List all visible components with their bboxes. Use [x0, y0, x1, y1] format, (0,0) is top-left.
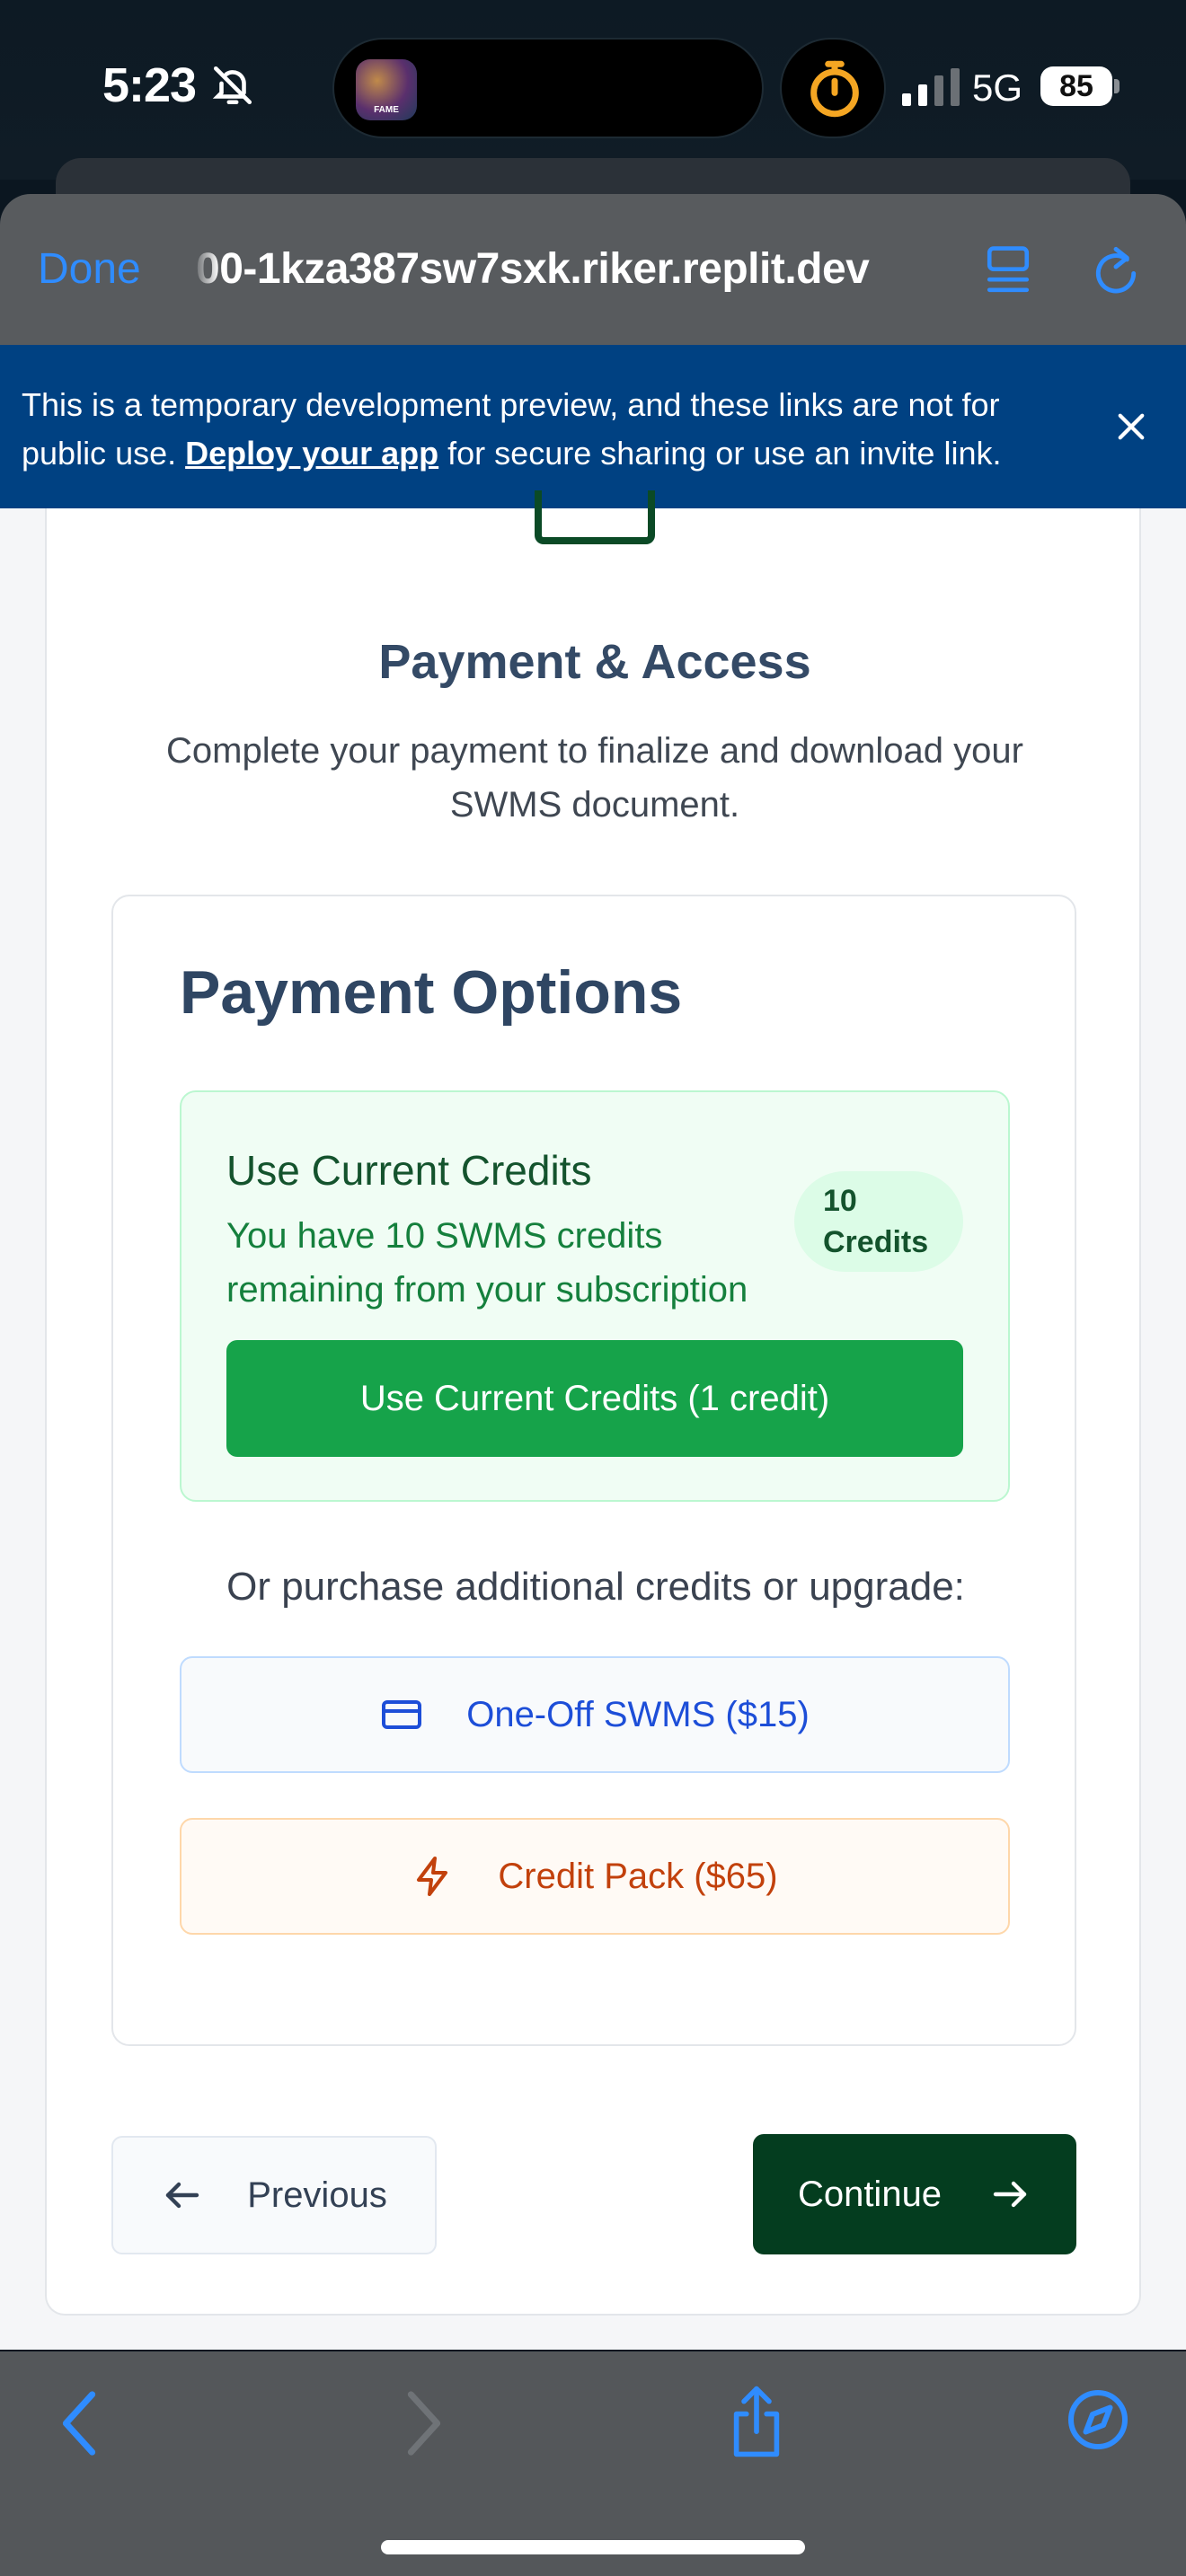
purchase-prompt: Or purchase additional credits or upgrad… — [226, 1565, 965, 1609]
timer-icon — [810, 60, 859, 118]
arrow-right-icon — [993, 2181, 1027, 2208]
step-icon — [535, 490, 655, 544]
page-subtitle: Complete your payment to finalize and do… — [166, 731, 1023, 825]
back-icon[interactable] — [58, 2389, 101, 2457]
reload-icon[interactable] — [1089, 243, 1143, 300]
forward-icon[interactable] — [403, 2389, 446, 2457]
credit-card-icon — [382, 1700, 422, 1729]
bell-slash-icon — [212, 66, 252, 105]
dev-preview-banner: This is a temporary development preview,… — [0, 345, 1186, 508]
credits-title: Use Current Credits — [226, 1147, 592, 1194]
status-time: 5:23 — [102, 58, 197, 112]
page-title: Payment & Access — [378, 635, 811, 689]
browser-toolbar — [0, 2351, 1186, 2576]
app-thumbnail-icon: FAME — [356, 59, 417, 120]
battery-indicator: 85 — [1040, 66, 1112, 106]
credits-badge-unit: Credits — [823, 1225, 929, 1259]
continue-button[interactable]: Continue — [753, 2134, 1076, 2254]
banner-text: This is a temporary development preview,… — [22, 381, 1082, 478]
payment-options-card: Payment Options Use Current Credits You … — [111, 895, 1076, 2046]
home-indicator — [381, 2540, 805, 2554]
credit-pack-button[interactable]: Credit Pack ($65) — [180, 1818, 1010, 1935]
timer-activity — [780, 38, 886, 138]
lightning-icon — [417, 1857, 448, 1896]
signal-icon — [902, 68, 960, 106]
page-content: Payment & Access Complete your payment t… — [0, 490, 1186, 2350]
use-credits-button[interactable]: Use Current Credits (1 credit) — [226, 1340, 963, 1457]
previous-label: Previous — [247, 2175, 387, 2215]
deploy-app-link[interactable]: Deploy your app — [185, 435, 438, 472]
network-label: 5G — [972, 66, 1023, 109]
arrow-left-icon — [165, 2182, 199, 2209]
continue-label: Continue — [797, 2174, 943, 2214]
close-icon[interactable] — [1112, 408, 1150, 446]
previous-button[interactable]: Previous — [111, 2136, 437, 2254]
one-off-label: One-Off SWMS ($15) — [466, 1694, 810, 1734]
dynamic-island: FAME — [332, 38, 764, 138]
island-app-label: FAME — [374, 105, 399, 115]
done-button[interactable]: Done — [38, 244, 141, 294]
payment-step-card: Payment & Access Complete your payment t… — [45, 490, 1141, 2316]
battery-tip — [1114, 79, 1120, 93]
browser-header: Done 00-1kza387sw7sxk.riker.replit.dev — [0, 194, 1186, 347]
credits-badge-count: 10 — [823, 1184, 857, 1218]
compass-icon[interactable] — [1066, 2387, 1130, 2452]
banner-text-after: for secure sharing or use an invite link… — [438, 435, 1002, 472]
url-bar[interactable]: 00-1kza387sw7sxk.riker.replit.dev — [196, 244, 870, 294]
current-credits-panel: Use Current Credits You have 10 SWMS cre… — [180, 1090, 1010, 1502]
credits-description: You have 10 SWMS credits remaining from … — [226, 1216, 748, 1310]
url-fade — [192, 237, 219, 302]
one-off-swms-button[interactable]: One-Off SWMS ($15) — [180, 1656, 1010, 1773]
share-icon[interactable] — [726, 2384, 787, 2459]
credit-pack-label: Credit Pack ($65) — [498, 1856, 778, 1896]
status-bar: 5:23 FAME 5G 85 — [0, 0, 1186, 180]
reader-icon[interactable] — [983, 244, 1033, 298]
credits-badge: 10 Credits — [794, 1171, 963, 1272]
payment-options-title: Payment Options — [180, 958, 683, 1027]
